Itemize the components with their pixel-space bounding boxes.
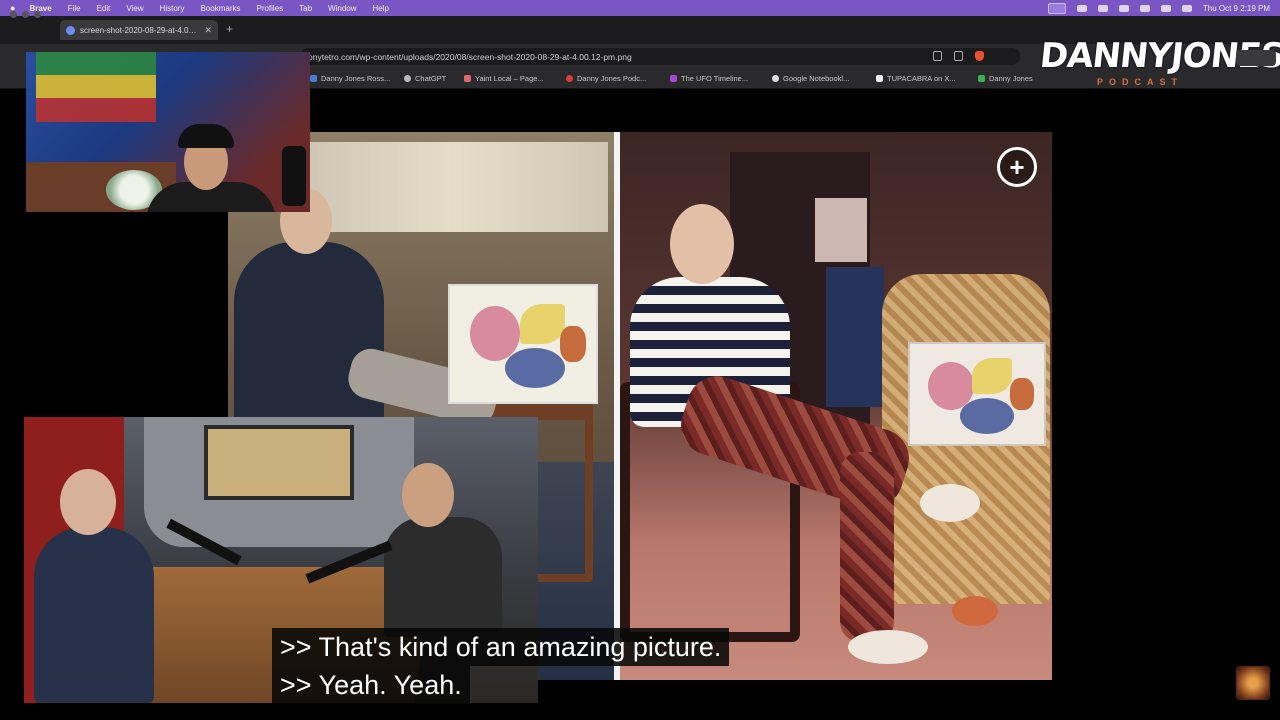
bookmark-item[interactable]: Danny Jones Podc... xyxy=(566,74,646,83)
bookmark-icon[interactable] xyxy=(954,51,963,61)
microphone-icon xyxy=(282,146,306,206)
photo-cabinet xyxy=(826,267,884,407)
podcast-logo: DANNYJONES PODCAST xyxy=(1037,36,1280,94)
bookmark-label: Danny Jones Podc... xyxy=(577,74,647,83)
menu-bar-status-area: Thu Oct 9 2:19 PM xyxy=(1047,2,1270,14)
battery-icon[interactable] xyxy=(1118,4,1129,12)
menu-history[interactable]: History xyxy=(160,4,185,13)
bookmark-item[interactable]: Google Notebookl... xyxy=(772,74,849,83)
new-tab-button[interactable]: + xyxy=(226,22,233,36)
studio-host-left-head xyxy=(60,469,116,535)
photo-pot xyxy=(952,596,998,626)
webcam-guest-cap xyxy=(178,124,234,148)
menu-bar-clock[interactable]: Thu Oct 9 2:19 PM xyxy=(1203,4,1270,13)
x-icon xyxy=(876,75,883,82)
bookmark-item[interactable]: TUPACABRA on X... xyxy=(876,74,956,83)
menu-bookmarks[interactable]: Bookmarks xyxy=(200,4,240,13)
channel-avatar[interactable] xyxy=(1236,666,1270,700)
painting-shape xyxy=(960,398,1014,434)
bookmark-favicon-icon xyxy=(464,75,471,82)
closed-captions: >> That's kind of an amazing picture. >>… xyxy=(272,628,730,704)
painting-shape xyxy=(560,326,586,362)
bookmark-label: TUPACABRA on X... xyxy=(887,74,956,83)
photo-right-picasso-with-painting xyxy=(620,132,1052,680)
tab-close-icon[interactable]: ✕ xyxy=(204,25,212,36)
studio-host-left xyxy=(34,527,154,703)
menu-help[interactable]: Help xyxy=(373,4,389,13)
bookmark-label: The UFO Timeline... xyxy=(681,74,749,83)
studio-host-right xyxy=(384,517,502,637)
youtube-icon xyxy=(566,75,573,82)
cloud-icon[interactable] xyxy=(1097,4,1108,12)
search-icon[interactable] xyxy=(1160,4,1171,12)
menu-profiles[interactable]: Profiles xyxy=(256,4,283,13)
brave-shields-icon[interactable] xyxy=(975,51,984,61)
photo-man-suit xyxy=(234,242,384,432)
tab-title: screen-shot-2020-08-29-at-4.00.12-pm.png xyxy=(80,25,200,35)
address-bar-actions xyxy=(933,51,984,61)
chatgpt-icon xyxy=(404,75,411,82)
studio-window-art xyxy=(204,425,354,500)
window-close-button[interactable] xyxy=(10,11,17,18)
display-icon[interactable] xyxy=(1076,4,1087,12)
brave-shield-icon xyxy=(66,25,75,35)
bookmark-label: ChatGPT xyxy=(415,74,447,83)
photo-shoe xyxy=(848,630,928,664)
screen: ● Brave File Edit View History Bookmarks… xyxy=(0,0,1280,720)
photo-shoe xyxy=(920,484,980,522)
browser-tab-active[interactable]: screen-shot-2020-08-29-at-4.00.12-pm.png… xyxy=(60,20,218,40)
wifi-icon[interactable] xyxy=(1139,4,1150,12)
webcam-flag xyxy=(36,52,156,122)
painting-shape xyxy=(972,358,1012,394)
caption-line-1: >> That's kind of an amazing picture. xyxy=(272,628,730,666)
caption-line-2: >> Yeah. Yeah. xyxy=(272,666,470,704)
studio-host-right-head xyxy=(402,463,454,527)
window-minimize-button[interactable] xyxy=(22,11,29,18)
painting-shape xyxy=(505,348,565,388)
menu-window[interactable]: Window xyxy=(328,4,356,13)
browser-menu-button[interactable] xyxy=(1236,50,1276,66)
photo-painting xyxy=(908,342,1046,446)
bookmark-label: Danny Jones xyxy=(989,74,1033,83)
painting-shape xyxy=(520,304,565,344)
photo-plaid-leg xyxy=(840,452,894,642)
notebooklm-icon xyxy=(772,75,779,82)
menu-tab[interactable]: Tab xyxy=(299,4,312,13)
painting-shape xyxy=(470,306,520,361)
macos-menu-bar: ● Brave File Edit View History Bookmarks… xyxy=(0,0,1280,16)
zoom-in-icon[interactable]: + xyxy=(997,147,1037,187)
bookmark-item[interactable]: Danny Jones xyxy=(978,74,1033,83)
bookmark-label: Danny Jones Ross... xyxy=(321,74,391,83)
photo-man-head xyxy=(670,204,734,284)
podcast-logo-subtitle: PODCAST xyxy=(1096,77,1183,87)
menu-edit[interactable]: Edit xyxy=(97,4,111,13)
podcast-logo-title: DANNYJONES xyxy=(1037,36,1280,76)
photo-wall-board xyxy=(815,198,867,262)
bookmark-label: Yaint Local – Page... xyxy=(475,74,544,83)
menu-file[interactable]: File xyxy=(68,4,81,13)
bookmark-favicon-icon xyxy=(310,75,317,82)
share-icon[interactable] xyxy=(933,51,942,61)
photo-painting xyxy=(448,284,598,404)
painting-shape xyxy=(1010,378,1034,410)
bookmark-label: Google Notebookl... xyxy=(783,74,850,83)
screen-record-icon[interactable] xyxy=(1047,2,1066,14)
guest-webcam-overlay xyxy=(26,52,310,212)
control-center-icon[interactable] xyxy=(1181,4,1192,12)
bookmark-favicon-icon xyxy=(978,75,985,82)
address-bar[interactable]: onytetro.com/wp-content/uploads/2020/08/… xyxy=(300,48,1020,65)
photo-window-row xyxy=(308,142,608,232)
bookmark-item[interactable]: ChatGPT xyxy=(404,74,446,83)
bookmark-item[interactable]: The UFO Timeline... xyxy=(670,74,748,83)
window-zoom-button[interactable] xyxy=(34,11,41,18)
bookmark-favicon-icon xyxy=(670,75,677,82)
menu-view[interactable]: View xyxy=(126,4,143,13)
menu-app-name[interactable]: Brave xyxy=(29,4,51,13)
bookmark-item[interactable]: Danny Jones Ross... xyxy=(310,74,390,83)
bookmark-item[interactable]: Yaint Local – Page... xyxy=(464,74,544,83)
